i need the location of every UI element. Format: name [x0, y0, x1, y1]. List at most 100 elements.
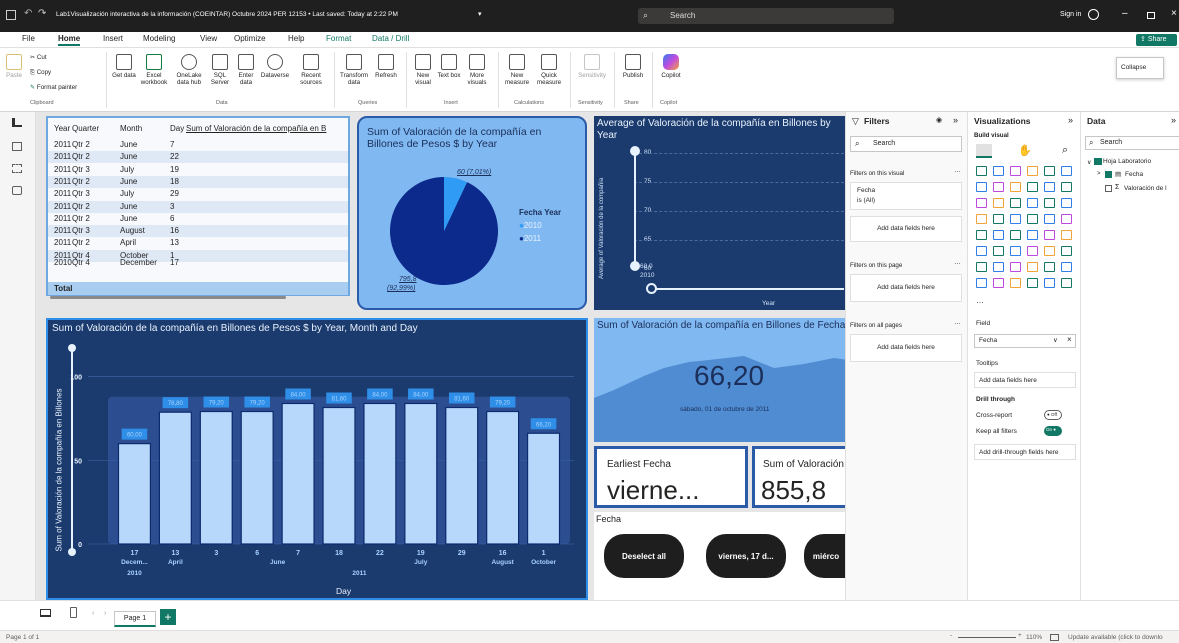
table-scrollbar[interactable] — [50, 296, 286, 299]
sign-in-link[interactable]: Sign in — [1060, 11, 1081, 18]
table-column-header[interactable]: Sum of Valoración de la compañía en B — [186, 124, 346, 133]
table-visual[interactable]: Year Quarter Month Day Sum of Valoración de … — [46, 116, 350, 299]
visual-type-icon[interactable] — [976, 262, 987, 272]
visual-type-icon[interactable] — [976, 278, 987, 288]
more-options-icon[interactable]: … — [954, 259, 961, 266]
visual-type-icon[interactable] — [1061, 198, 1072, 208]
data-field-valoracion[interactable]: Valoración de l — [1124, 185, 1178, 192]
sensitivity-button[interactable]: Sensitivity — [574, 54, 610, 79]
get-data-button[interactable]: Get data — [110, 54, 138, 79]
bar[interactable] — [158, 411, 192, 545]
visual-type-icon[interactable] — [1044, 198, 1055, 208]
area-card-visual[interactable]: Sum of Valoración de la compañía en Bill… — [594, 318, 848, 442]
cross-report-toggle[interactable]: ● Off — [1044, 410, 1062, 420]
tab-view[interactable]: View — [200, 34, 217, 43]
filter-card-fecha[interactable]: Fecha is (All) — [850, 182, 962, 210]
visual-type-icon[interactable] — [1010, 262, 1021, 272]
prev-page-icon[interactable]: ‹ — [92, 610, 94, 617]
table-column-header[interactable]: Month — [120, 124, 142, 133]
tab-file[interactable]: File — [22, 34, 35, 43]
copilot-button[interactable]: Copilot — [656, 54, 686, 79]
add-page-button[interactable]: + — [160, 609, 176, 625]
eye-icon[interactable]: ◉ — [936, 116, 942, 124]
table-view-icon[interactable] — [12, 142, 22, 151]
tab-optimize[interactable]: Optimize — [234, 34, 266, 43]
visual-type-icon[interactable] — [1027, 278, 1038, 288]
visual-type-icon[interactable] — [1044, 230, 1055, 240]
dax-query-icon[interactable] — [12, 186, 22, 195]
excel-button[interactable]: Excel workbook — [139, 54, 169, 86]
chevron-right-icon[interactable]: > — [1097, 171, 1101, 177]
text-box-button[interactable]: Text box — [437, 54, 461, 79]
visual-type-icon[interactable] — [1010, 166, 1021, 176]
bar-visual[interactable]: Sum of Valoración de la compañía en Bill… — [46, 318, 588, 600]
visual-type-icon[interactable] — [1027, 214, 1038, 224]
visual-type-icon[interactable] — [1044, 182, 1055, 192]
refresh-button[interactable]: Refresh — [372, 54, 400, 79]
legend-item-2010[interactable]: ●2010 — [519, 221, 542, 230]
more-options-icon[interactable]: … — [954, 167, 961, 174]
collapse-filters-icon[interactable]: » — [953, 115, 958, 125]
account-icon[interactable] — [1088, 9, 1099, 20]
visual-type-icon[interactable] — [1061, 230, 1072, 240]
visual-type-icon[interactable] — [1061, 166, 1072, 176]
visual-type-icon[interactable] — [1027, 166, 1038, 176]
bar[interactable] — [322, 406, 356, 545]
visual-type-icon[interactable] — [993, 230, 1004, 240]
data-table-name[interactable]: Hoja Laboratorio — [1103, 158, 1151, 165]
zoom-slider[interactable] — [958, 637, 1016, 638]
visual-type-icon[interactable] — [1027, 230, 1038, 240]
slicer-item-viernes[interactable]: viernes, 17 d... — [706, 534, 786, 578]
data-search[interactable]: ⌕ Search — [1085, 136, 1179, 150]
minimize-icon[interactable]: – — [1122, 8, 1128, 19]
y-slider-handle-top[interactable] — [630, 146, 640, 156]
table-row[interactable]: 2011 Qtr 2 June 18 — [48, 175, 348, 188]
zoom-plus-icon[interactable]: + — [1018, 632, 1022, 639]
visual-type-icon[interactable] — [1061, 278, 1072, 288]
cut-button[interactable]: ✂ Cut — [30, 54, 47, 61]
desktop-view-icon[interactable] — [40, 609, 51, 617]
fecha-slicer[interactable]: Fecha Deselect all viernes, 17 d... miér… — [594, 512, 848, 600]
model-view-icon[interactable] — [12, 164, 22, 173]
bar[interactable] — [199, 410, 233, 545]
build-visual-icon[interactable] — [976, 144, 992, 158]
visual-type-icon[interactable] — [1044, 166, 1055, 176]
y-axis-slider[interactable] — [634, 150, 636, 266]
zoom-minus-icon[interactable]: - — [950, 632, 952, 639]
bar[interactable] — [404, 402, 438, 545]
visual-type-icon[interactable] — [993, 246, 1004, 256]
filter-visual-drop[interactable]: Add data fields here — [850, 216, 962, 242]
tooltips-drop[interactable]: Add data fields here — [974, 372, 1076, 388]
visual-type-icon[interactable] — [1061, 262, 1072, 272]
close-icon[interactable]: × — [1171, 8, 1177, 19]
bar[interactable] — [445, 406, 479, 545]
data-field-fecha[interactable]: Fecha — [1125, 171, 1143, 178]
visual-type-icon[interactable] — [993, 262, 1004, 272]
visual-type-icon[interactable] — [976, 166, 987, 176]
dataverse-button[interactable]: Dataverse — [258, 54, 292, 79]
visual-type-icon[interactable] — [993, 214, 1004, 224]
sql-server-button[interactable]: SQL Server — [208, 54, 232, 86]
expand-data-icon[interactable]: » — [1171, 115, 1176, 125]
bar[interactable] — [526, 432, 561, 545]
visual-type-icon[interactable] — [993, 182, 1004, 192]
tab-data-drill[interactable]: Data / Drill — [372, 34, 409, 43]
search-box[interactable]: ⌕ Search — [638, 8, 894, 24]
sum-card[interactable]: Sum of Valoración 855,8 — [752, 446, 848, 508]
visual-type-icon[interactable] — [1010, 214, 1021, 224]
checkbox-checked-icon[interactable] — [1105, 171, 1112, 178]
report-view-icon[interactable] — [12, 118, 22, 127]
bar[interactable] — [486, 410, 520, 545]
x-slider-handle[interactable] — [646, 283, 657, 294]
table-row[interactable]: 2011 Qtr 2 April 13 — [48, 237, 348, 250]
copy-button[interactable]: ⎘ Copy — [30, 69, 51, 76]
bar[interactable] — [363, 402, 397, 545]
page-tab-page-1[interactable]: Page 1 — [114, 611, 156, 627]
remove-field-icon[interactable]: × — [1067, 335, 1072, 344]
y-slider-handle-top[interactable] — [68, 344, 76, 352]
table-row[interactable]: 2011 Qtr 2 June 6 — [48, 212, 348, 225]
field-well[interactable]: Fecha ∨ × — [974, 334, 1076, 348]
share-button[interactable]: ⇪ Share — [1136, 34, 1177, 46]
table-column-header[interactable]: Year — [54, 124, 70, 133]
visual-type-icon[interactable] — [1027, 246, 1038, 256]
